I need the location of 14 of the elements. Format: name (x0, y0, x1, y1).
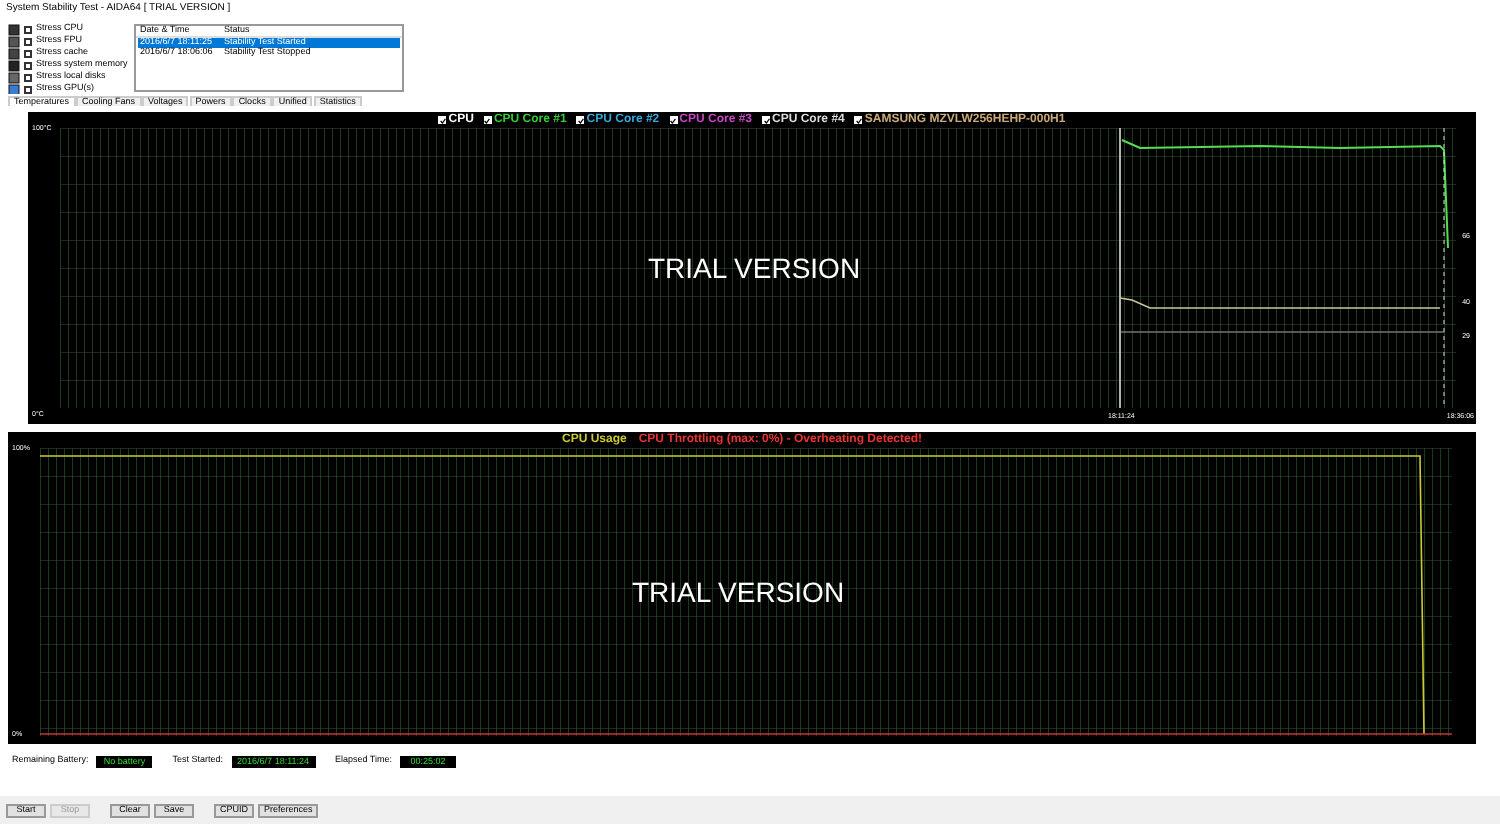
checkbox[interactable] (24, 49, 32, 58)
checkbox[interactable] (24, 85, 32, 94)
legend-checkbox[interactable] (854, 116, 863, 124)
legend-checkbox[interactable] (669, 116, 678, 124)
checkbox[interactable] (24, 61, 32, 70)
legend-checkbox[interactable] (438, 116, 447, 124)
legend-checkbox[interactable] (576, 116, 585, 124)
legend-checkbox[interactable] (762, 116, 771, 124)
checkbox[interactable] (24, 37, 32, 46)
legend-checkbox[interactable] (483, 116, 492, 124)
checkbox[interactable] (24, 25, 32, 34)
checkbox[interactable] (24, 73, 32, 82)
trial-text: TRIAL VERSION (632, 574, 845, 612)
trial-text: TRIAL VERSION (648, 250, 861, 288)
